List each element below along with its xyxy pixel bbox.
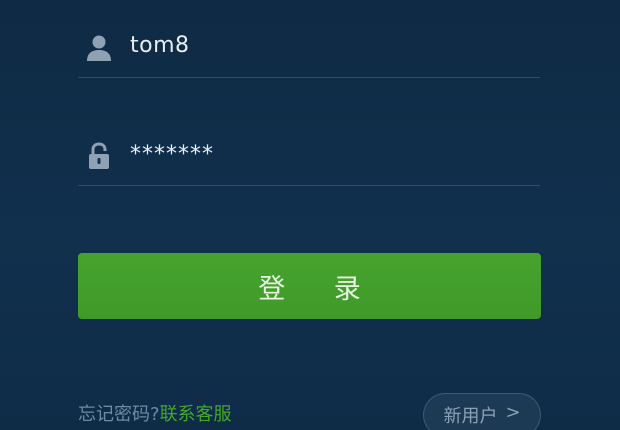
chevron-right-icon: >: [505, 402, 521, 423]
contact-support-link[interactable]: 联系客服: [160, 404, 232, 425]
user-icon: [86, 34, 112, 62]
new-user-button[interactable]: 新用户 >: [423, 393, 541, 430]
password-field[interactable]: *******: [78, 128, 540, 186]
username-input[interactable]: tom8: [130, 33, 190, 58]
password-input[interactable]: *******: [130, 142, 214, 167]
footer-links: 忘记密码?联系客服: [78, 400, 232, 426]
username-field[interactable]: tom8: [78, 20, 540, 78]
new-user-label: 新用户: [443, 406, 498, 427]
login-button[interactable]: 登 录: [78, 253, 541, 319]
lock-icon: [86, 142, 112, 170]
forgot-password-text: 忘记密码?: [78, 404, 160, 425]
